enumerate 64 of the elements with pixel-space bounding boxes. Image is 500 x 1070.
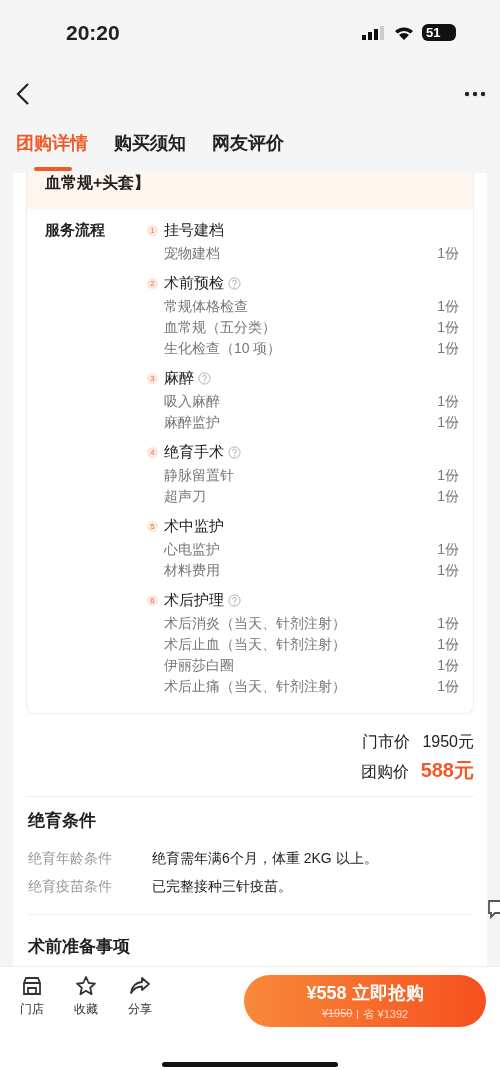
toolbar-action[interactable]: 收藏 [68, 975, 104, 1018]
item-quantity: 1份 [437, 561, 459, 580]
service-item: 吸入麻醉 [164, 392, 220, 411]
step-title: 麻醉 [164, 368, 194, 388]
package-title: 血常规+头套】 [45, 174, 151, 191]
price-value: 1950元 [422, 732, 474, 752]
item-quantity: 1份 [437, 656, 459, 675]
service-item: 血常规（五分类） [164, 318, 276, 337]
service-item: 术后止痛（当天、针剂注射） [164, 677, 346, 696]
back-icon[interactable] [16, 82, 30, 106]
store-icon [21, 975, 43, 997]
section-label: 服务流程 [45, 221, 105, 238]
price-value: 588元 [420, 758, 474, 783]
service-item: 静脉留置针 [164, 466, 234, 485]
item-quantity: 1份 [437, 487, 459, 506]
section-title: 绝育条件 [28, 811, 96, 830]
item-quantity: 1份 [437, 392, 459, 411]
step-title: 术前预检 [164, 273, 224, 293]
step-title: 术后护理 [164, 590, 224, 610]
service-item: 材料费用 [164, 561, 220, 580]
help-icon[interactable] [228, 276, 241, 290]
star-icon [75, 975, 97, 997]
toolbar-action[interactable]: 分享 [122, 975, 158, 1018]
item-quantity: 1份 [437, 540, 459, 559]
toolbar-action[interactable]: 门店 [14, 975, 50, 1018]
item-quantity: 1份 [437, 297, 459, 316]
wifi-icon [394, 25, 414, 40]
condition-label: 绝育疫苗条件 [28, 877, 113, 896]
service-item: 术后消炎（当天、针剂注射） [164, 614, 346, 633]
signal-icon [362, 25, 386, 40]
service-item: 伊丽莎白圈 [164, 656, 234, 675]
item-quantity: 1份 [437, 635, 459, 654]
price-label: 门市价 [362, 732, 411, 752]
condition-value: 已完整接种三针疫苗。 [152, 877, 292, 896]
share-icon [129, 975, 151, 997]
item-quantity: 1份 [437, 466, 459, 485]
item-quantity: 1份 [437, 244, 459, 263]
help-icon[interactable] [228, 445, 241, 459]
step-title: 挂号建档 [164, 220, 224, 240]
tab[interactable]: 购买须知 [114, 123, 186, 171]
help-icon[interactable] [198, 371, 211, 385]
condition-value: 绝育需年满6个月，体重 2KG 以上。 [152, 849, 378, 868]
service-item: 宠物建档 [164, 244, 220, 263]
item-quantity: 1份 [437, 318, 459, 337]
battery-level: 51 [422, 24, 456, 41]
item-quantity: 1份 [437, 339, 459, 358]
condition-label: 绝育年龄条件 [28, 849, 113, 868]
service-item: 心电监护 [164, 540, 220, 559]
tab[interactable]: 网友评价 [212, 123, 284, 171]
service-item: 生化检查（10 项） [164, 339, 282, 358]
price-label: 团购价 [360, 762, 409, 782]
item-quantity: 1份 [437, 614, 459, 633]
item-quantity: 1份 [437, 413, 459, 432]
service-item: 超声刀 [164, 487, 206, 506]
help-icon[interactable] [228, 593, 241, 607]
service-item: 麻醉监护 [164, 413, 220, 432]
step-title: 绝育手术 [164, 442, 224, 462]
status-time: 20:20 [66, 20, 120, 45]
service-item: 常规体格检查 [164, 297, 248, 316]
step-title: 术中监护 [164, 516, 224, 536]
service-item: 术后止血（当天、针剂注射） [164, 635, 346, 654]
more-icon[interactable] [464, 91, 486, 97]
item-quantity: 1份 [437, 677, 459, 696]
section-title: 术前准备事项 [28, 937, 130, 956]
